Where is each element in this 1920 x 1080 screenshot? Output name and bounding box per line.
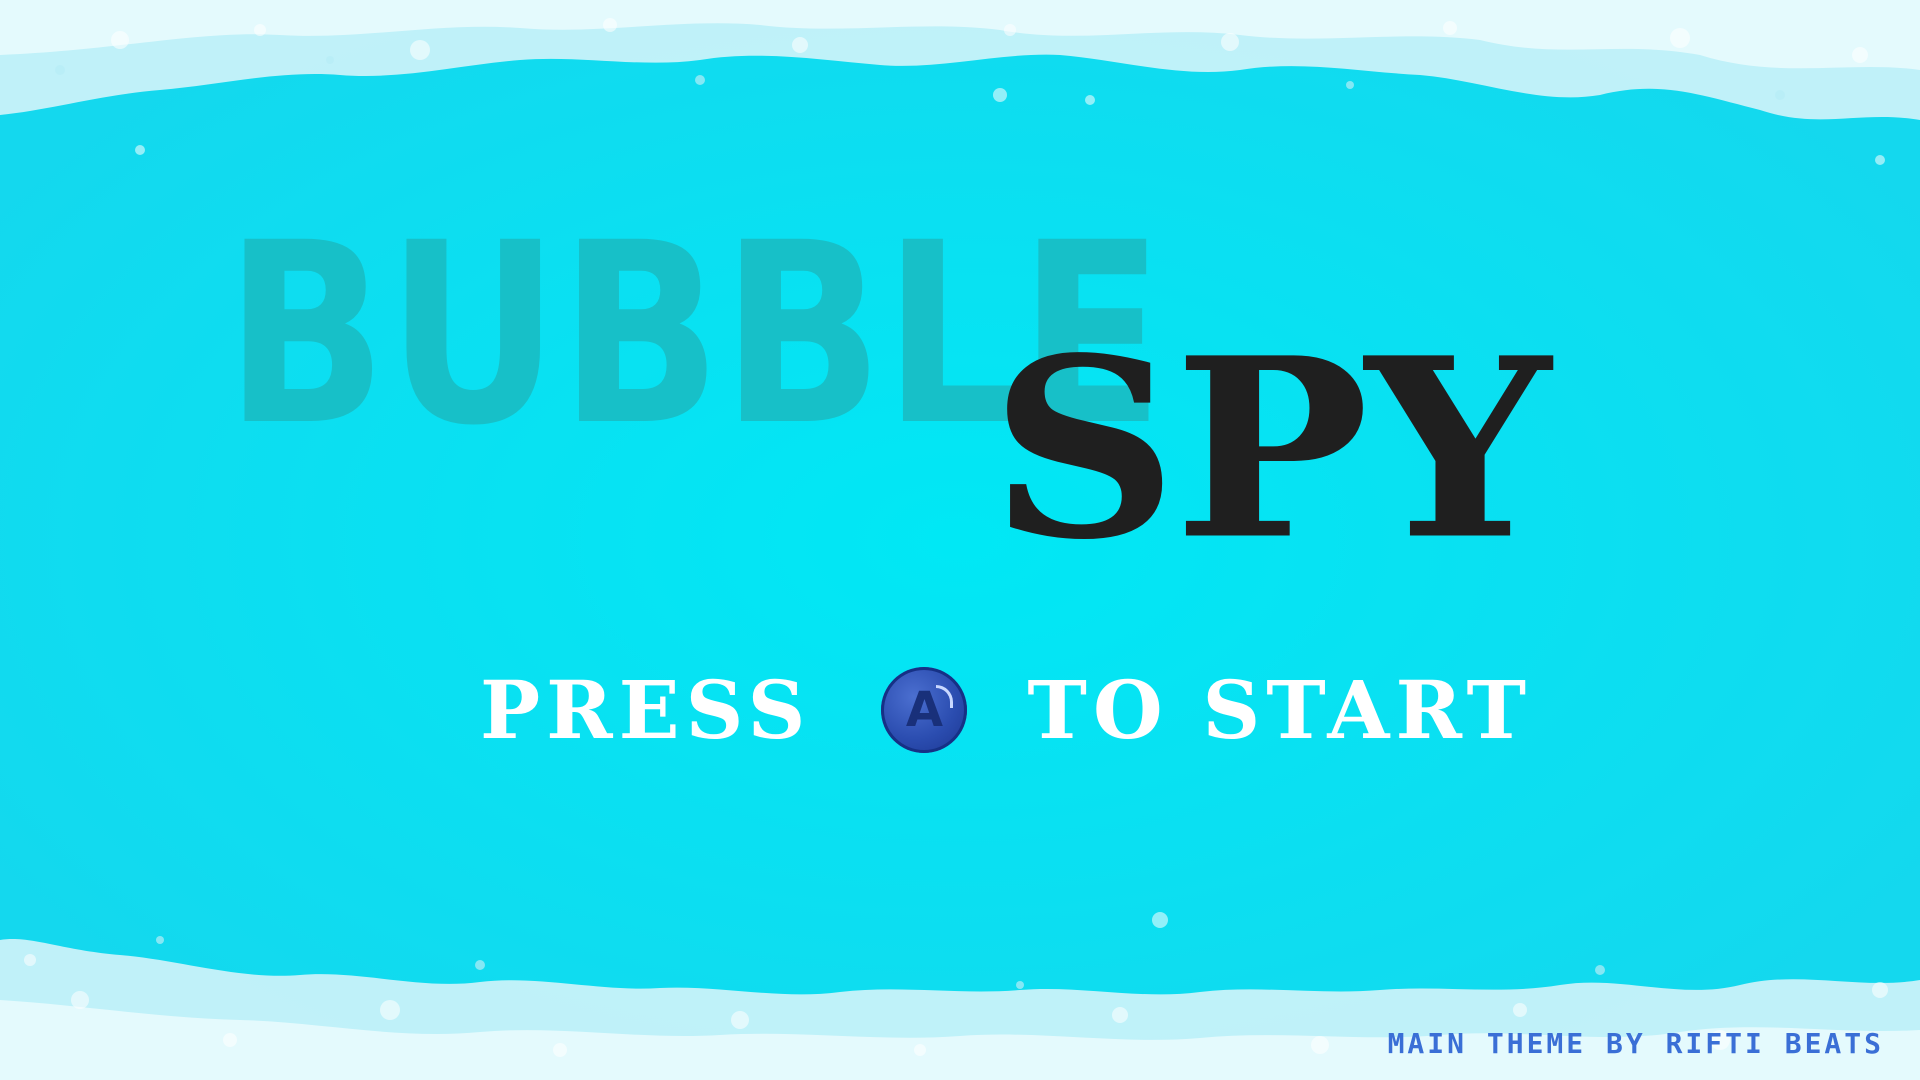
a-button-icon: A: [881, 667, 968, 753]
title-spy-word: SPY: [990, 304, 1551, 595]
button-shine: [936, 685, 954, 708]
water-background: [0, 0, 1920, 1080]
to-start-label: TO START: [1027, 663, 1533, 757]
music-credit: MAIN THEME BY RIFTI BEATS: [1387, 1027, 1884, 1060]
press-label: PRESS: [480, 663, 812, 757]
press-start-prompt[interactable]: PRESS A TO START: [480, 655, 1580, 765]
